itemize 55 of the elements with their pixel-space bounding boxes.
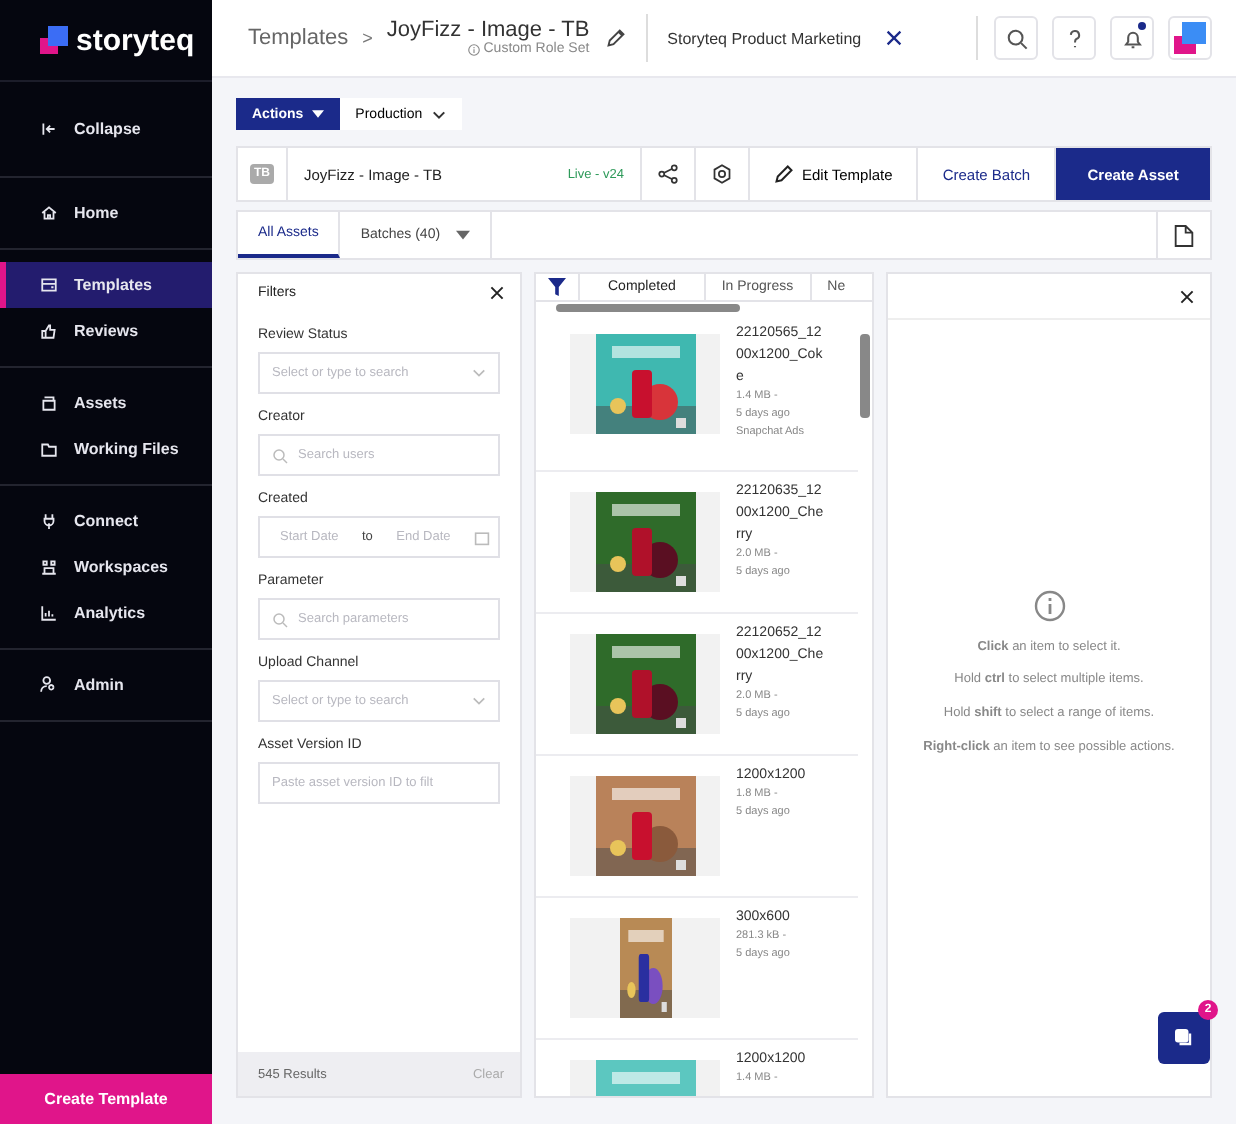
search-icon: [1005, 27, 1027, 49]
help-button[interactable]: [1052, 16, 1096, 60]
close-icon[interactable]: [885, 30, 902, 46]
breadcrumb-link[interactable]: Templates: [248, 26, 349, 50]
sidebar-item[interactable]: Workspaces: [0, 544, 212, 590]
chevron-icon: [432, 109, 447, 119]
sidebar-item[interactable]: Analytics: [0, 590, 212, 636]
chevron-icon: [472, 368, 486, 378]
sidebar-item[interactable]: Admin: [0, 662, 212, 708]
sidebar-icon: [40, 604, 58, 622]
breadcrumb-separator: >: [362, 28, 373, 48]
logo-icon: [40, 26, 68, 54]
sidebar-item[interactable]: Collapse: [0, 106, 212, 152]
settings-icon: [712, 164, 732, 184]
sidebar-item[interactable]: Assets: [0, 380, 212, 426]
sidebar-icon: [40, 440, 58, 458]
pencil-icon[interactable]: [605, 28, 626, 48]
search-icon: [272, 447, 288, 463]
account-button[interactable]: [1168, 16, 1212, 60]
notifications-button[interactable]: [1110, 16, 1154, 60]
info-icon: [467, 43, 480, 55]
search-icon: [272, 611, 288, 627]
info-icon: [1033, 589, 1065, 621]
sidebar-icon: [40, 204, 58, 222]
sidebar-item[interactable]: Templates: [0, 262, 212, 308]
chevron-icon: [472, 696, 486, 706]
sidebar-icon: [40, 676, 58, 694]
help-chat-button[interactable]: [1158, 1012, 1210, 1064]
sidebar-icon: [40, 512, 58, 530]
logo-text: storyteq: [76, 23, 195, 57]
close-icon[interactable]: [490, 286, 504, 300]
chat-icon: [1172, 1026, 1196, 1050]
file-icon: [1174, 223, 1194, 247]
sidebar-item[interactable]: Working Files: [0, 426, 212, 472]
avatar-icon: [1172, 20, 1208, 56]
close-icon[interactable]: [1180, 289, 1194, 303]
caret-icon: [311, 110, 324, 118]
sidebar-icon: [40, 276, 58, 294]
pencil-icon: [774, 164, 794, 184]
caret-icon: [456, 230, 471, 240]
sidebar-icon: [40, 394, 58, 412]
share-icon: [658, 164, 678, 184]
page-title: JoyFizz - Image - TB: [386, 20, 590, 42]
sidebar-icon: [40, 322, 58, 340]
sidebar-item[interactable]: Home: [0, 190, 212, 236]
filter-icon[interactable]: [548, 278, 566, 296]
bell-icon: [1121, 27, 1143, 49]
sidebar-icon: [40, 120, 58, 138]
search-button[interactable]: [994, 16, 1038, 60]
create-template-button[interactable]: Create Template: [0, 1074, 212, 1124]
sidebar-item[interactable]: Connect: [0, 498, 212, 544]
workspace-name[interactable]: Storyteq Product Marketing: [645, 14, 862, 62]
sidebar-icon: [40, 558, 58, 576]
sidebar-item[interactable]: Reviews: [0, 308, 212, 354]
calendar-icon: [474, 529, 490, 545]
